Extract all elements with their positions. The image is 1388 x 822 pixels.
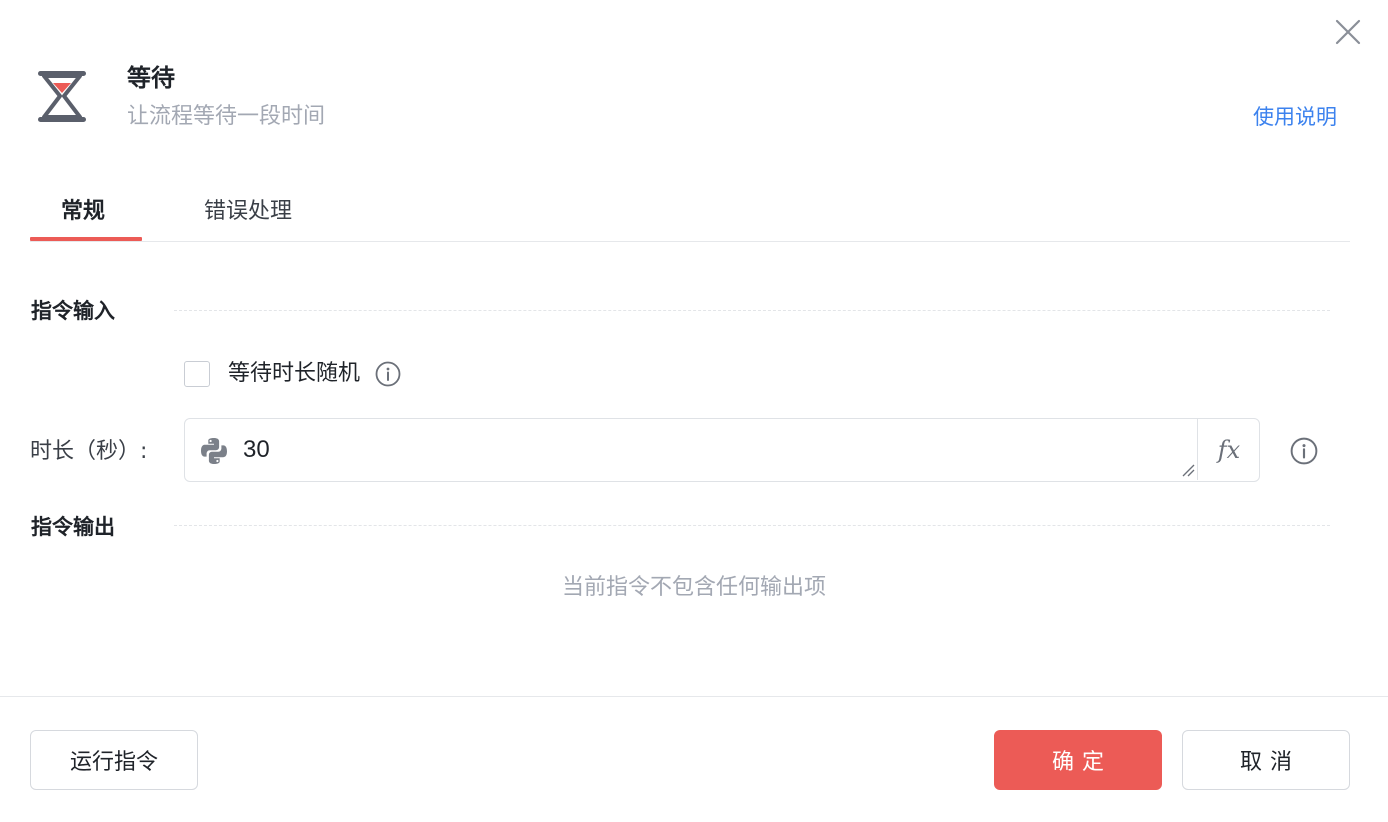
cancel-button[interactable]: 取消 — [1182, 730, 1350, 790]
expression-button[interactable]: fx — [1197, 419, 1260, 480]
active-tab-indicator — [30, 237, 142, 241]
section-divider — [174, 525, 1330, 526]
duration-info-icon[interactable] — [1290, 437, 1318, 465]
confirm-button[interactable]: 确定 — [994, 730, 1162, 790]
info-icon[interactable] — [374, 360, 402, 388]
output-section-title: 指令输出 — [31, 515, 115, 539]
resize-handle-icon[interactable] — [1181, 463, 1195, 477]
random-duration-label: 等待时长随机 — [228, 361, 361, 386]
run-command-button[interactable]: 运行指令 — [30, 730, 198, 790]
footer-divider — [0, 696, 1388, 697]
input-section-title: 指令输入 — [31, 299, 115, 323]
duration-input[interactable] — [243, 434, 1163, 466]
dialog-subtitle: 让流程等待一段时间 — [127, 104, 326, 129]
empty-output-note: 当前指令不包含任何输出项 — [561, 575, 826, 600]
fx-icon: fx — [1217, 435, 1241, 464]
close-icon — [1335, 19, 1361, 45]
dialog-title: 等待 — [127, 64, 175, 92]
command-dialog: 等待 让流程等待一段时间 使用说明 常规 错误处理 指令输入 等待时长随机 时长… — [0, 0, 1388, 822]
help-link[interactable]: 使用说明 — [1253, 102, 1337, 132]
random-duration-checkbox[interactable] — [184, 361, 210, 387]
close-button[interactable] — [1332, 16, 1364, 48]
duration-input-box: fx — [184, 418, 1260, 482]
tab-general[interactable]: 常规 — [61, 196, 105, 228]
section-divider — [174, 310, 1330, 311]
tab-bar: 常规 错误处理 — [30, 188, 1350, 242]
hourglass-icon — [32, 66, 92, 128]
duration-label: 时长（秒）: — [30, 439, 148, 464]
tab-error-handling[interactable]: 错误处理 — [204, 196, 292, 228]
random-duration-row: 等待时长随机 — [184, 358, 402, 390]
python-icon — [201, 438, 227, 464]
